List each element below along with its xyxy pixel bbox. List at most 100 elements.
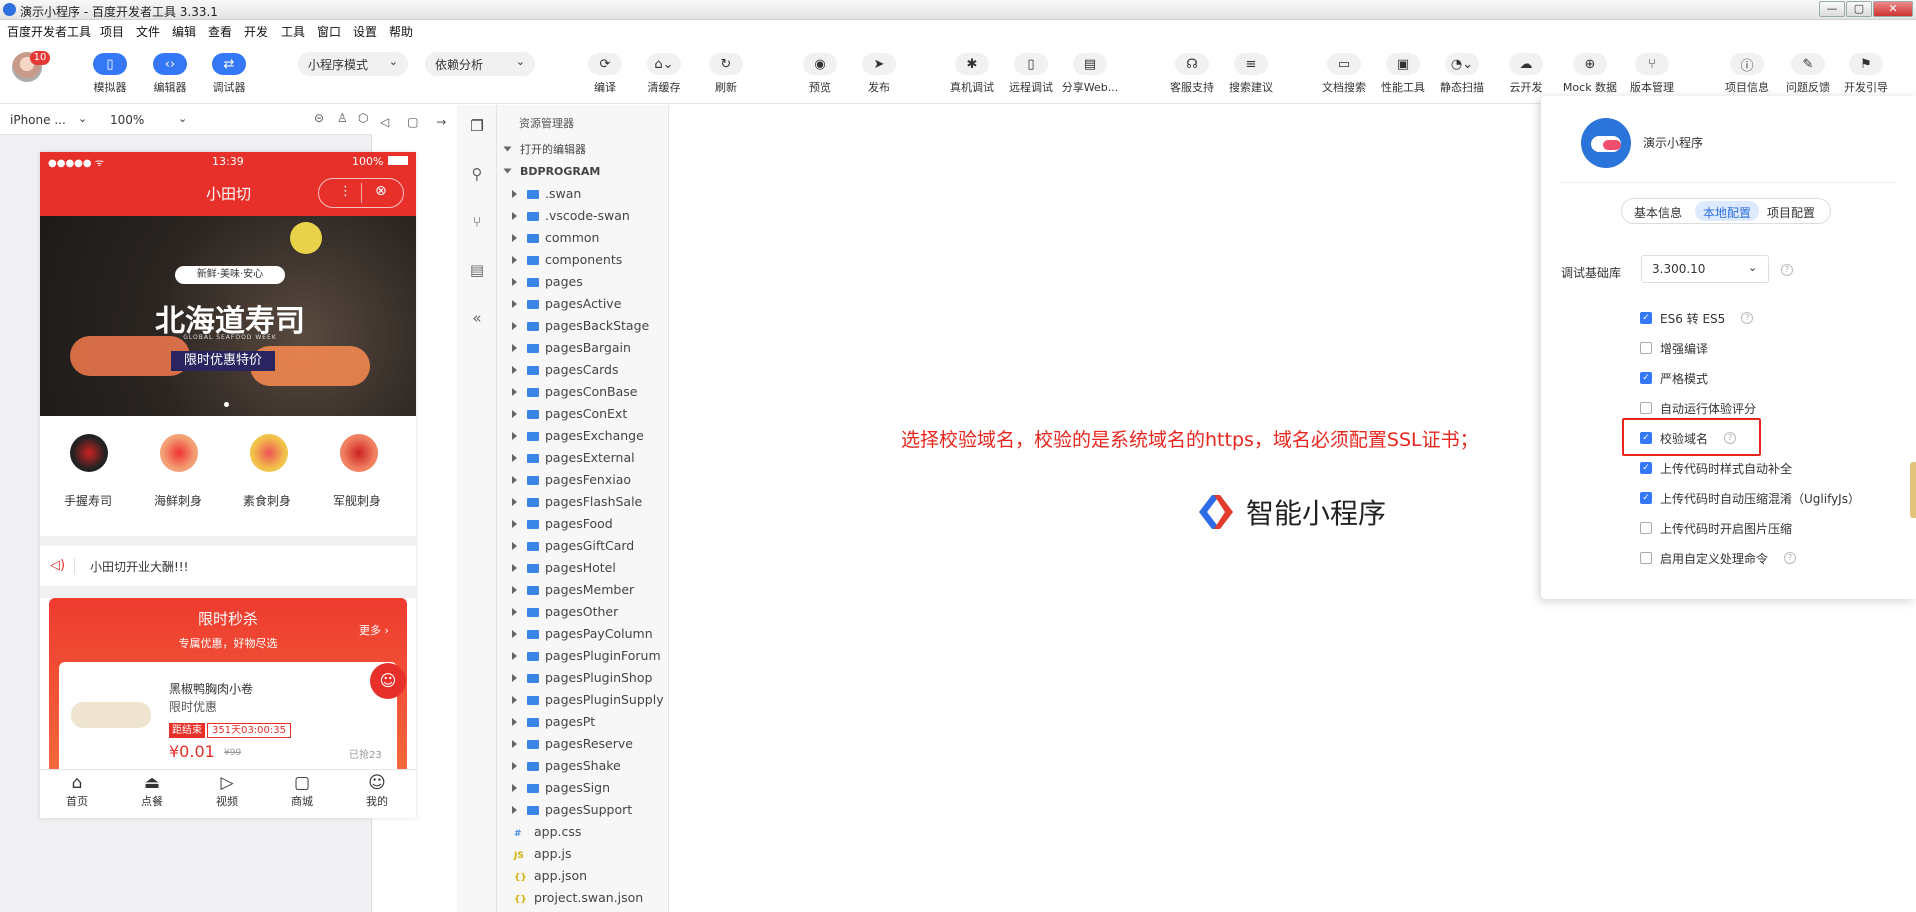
dev-guide-button[interactable]: ⚑ 开发引导 xyxy=(1836,53,1896,95)
folder-item[interactable]: pagesExchange xyxy=(497,425,669,447)
category-label[interactable]: 军舰刺身 xyxy=(333,492,381,509)
category-label[interactable]: 手握寿司 xyxy=(64,492,112,509)
user-icon[interactable]: ♙ xyxy=(337,111,348,125)
mode-select[interactable]: 小程序模式 ⌄ xyxy=(298,52,408,76)
product-card[interactable]: 黑椒鸭胸肉小卷 限时优惠 距结束 351天03:00:35 ¥0.01 ¥99 … xyxy=(59,662,397,782)
folder-item[interactable]: pagesMember xyxy=(497,579,669,601)
root-folder[interactable]: BDPROGRAM xyxy=(497,161,669,183)
tab-basic-info[interactable]: 基本信息 xyxy=(1634,204,1682,221)
search-suggest-button[interactable]: ≡ 搜索建议 xyxy=(1221,53,1281,95)
folder-item[interactable]: pagesShake xyxy=(497,755,669,777)
help-icon[interactable]: ? xyxy=(1781,264,1793,276)
tab-mall[interactable]: ▢ 商城 xyxy=(287,773,317,809)
menu-settings[interactable]: 设置 xyxy=(353,23,377,40)
checkbox-checked[interactable]: ✓ xyxy=(1640,462,1652,474)
banner-image[interactable]: 新鲜·美味·安心 北海道寿司 GLOBAL SEAFOOD WEEK 限时优惠特… xyxy=(40,216,416,416)
menu-baidu-devtools[interactable]: 百度开发者工具 xyxy=(7,23,91,40)
folder-item[interactable]: .swan xyxy=(497,183,669,205)
device-select[interactable]: iPhone ... xyxy=(10,113,66,127)
checkbox-checked[interactable]: ✓ xyxy=(1640,372,1652,384)
preview-button[interactable]: ◉ 预览 xyxy=(790,53,850,95)
folder-item[interactable]: common xyxy=(497,227,669,249)
option-row[interactable]: 启用自定义处理命令? xyxy=(1640,549,1797,567)
folder-item[interactable]: .vscode-swan xyxy=(497,205,669,227)
folder-item[interactable]: pagesConBase xyxy=(497,381,669,403)
folder-item[interactable]: pagesActive xyxy=(497,293,669,315)
folder-item[interactable]: pagesSupport xyxy=(497,799,669,821)
publish-button[interactable]: ➤ 发布 xyxy=(849,53,909,95)
sushi-icon[interactable] xyxy=(70,434,108,472)
help-icon[interactable]: ? xyxy=(1741,312,1754,324)
open-editors-section[interactable]: 打开的编辑器 xyxy=(497,139,669,161)
cloud-dev-button[interactable]: ☁ 云开发 xyxy=(1496,53,1556,95)
close-icon[interactable]: ⊗ xyxy=(375,183,387,199)
option-row[interactable]: 自动运行体验评分 xyxy=(1640,399,1756,417)
checkbox-unchecked[interactable] xyxy=(1640,342,1652,354)
tab-me[interactable]: ☺ 我的 xyxy=(362,773,392,809)
cube-icon[interactable]: ⬡ xyxy=(358,111,368,125)
folder-item[interactable]: pagesHotel xyxy=(497,557,669,579)
folder-item[interactable]: pagesOther xyxy=(497,601,669,623)
folder-item[interactable]: pagesPt xyxy=(497,711,669,733)
swan-logo-icon[interactable]: « xyxy=(467,309,487,329)
menu-file[interactable]: 文件 xyxy=(136,23,160,40)
menu-edit[interactable]: 编辑 xyxy=(172,23,196,40)
flash-more-link[interactable]: 更多 › xyxy=(359,622,389,638)
zoom-select[interactable]: 100% xyxy=(110,113,144,127)
folder-item[interactable]: pagesPayColumn xyxy=(497,623,669,645)
debugger-toggle-button[interactable]: ⇄ 调试器 xyxy=(199,53,259,95)
device-debug-button[interactable]: ✱ 真机调试 xyxy=(942,53,1002,95)
refresh-button[interactable]: ↻ 刷新 xyxy=(696,53,756,95)
option-row[interactable]: ✓ 上传代码时自动压缩混淆（UglifyJs） xyxy=(1640,489,1860,507)
project-info-button[interactable]: ⓘ 项目信息 xyxy=(1717,53,1777,95)
perf-tools-button[interactable]: ▣ 性能工具 xyxy=(1373,53,1433,95)
folder-item[interactable]: pagesFood xyxy=(497,513,669,535)
file-item[interactable]: JS app.js xyxy=(497,843,669,865)
folder-item[interactable]: pagesBackStage xyxy=(497,315,669,337)
search-icon[interactable]: ⚲ xyxy=(467,165,487,185)
checkbox-unchecked[interactable] xyxy=(1640,522,1652,534)
folder-item[interactable]: pagesPluginForum xyxy=(497,645,669,667)
remote-debug-button[interactable]: ▯ 远程调试 xyxy=(1001,53,1061,95)
link-icon[interactable]: ⊝ xyxy=(314,111,324,125)
folder-item[interactable]: pagesCards xyxy=(497,359,669,381)
folder-item[interactable]: pagesConExt xyxy=(497,403,669,425)
chart-icon[interactable]: ▤ xyxy=(467,261,487,281)
close-window-button[interactable]: ✕ xyxy=(1873,1,1913,17)
clear-cache-button[interactable]: ⌂⌄ 清缓存 xyxy=(634,53,694,95)
menu-develop[interactable]: 开发 xyxy=(244,23,268,40)
option-row[interactable]: ✓ 严格模式 xyxy=(1640,369,1708,387)
help-icon[interactable]: ? xyxy=(1784,552,1797,564)
folder-item[interactable]: pagesPluginSupply xyxy=(497,689,669,711)
notice-bar[interactable]: ◁) 小田切开业大酬!!! xyxy=(40,546,416,586)
menu-help[interactable]: 帮助 xyxy=(389,23,413,40)
checkbox-unchecked[interactable] xyxy=(1640,402,1652,414)
customer-service-icon[interactable]: ☺ xyxy=(370,663,406,699)
folder-item[interactable]: pages xyxy=(497,271,669,293)
copy-icon[interactable]: ▢ xyxy=(407,115,418,129)
scroll-tab[interactable] xyxy=(1910,462,1916,518)
option-row[interactable]: ✓ 上传代码时样式自动补全 xyxy=(1640,459,1792,477)
sound-icon[interactable]: ◁ xyxy=(380,115,389,129)
option-row[interactable]: 增强编译 xyxy=(1640,339,1708,357)
doc-search-button[interactable]: ▭ 文档搜索 xyxy=(1314,53,1374,95)
folder-item[interactable]: pagesSign xyxy=(497,777,669,799)
tab-project-config[interactable]: 项目配置 xyxy=(1767,204,1815,221)
checkbox-checked[interactable]: ✓ xyxy=(1640,492,1652,504)
tab-home[interactable]: ⌂ 首页 xyxy=(62,773,92,809)
editor-toggle-button[interactable]: ‹› 编辑器 xyxy=(140,53,200,95)
folder-item[interactable]: pagesFenxiao xyxy=(497,469,669,491)
file-item[interactable]: {} project.swan.json xyxy=(497,887,669,909)
base-lib-select[interactable]: 3.300.10 ⌄ xyxy=(1641,255,1769,283)
veg-sashimi-icon[interactable] xyxy=(250,434,288,472)
simulator-toggle-button[interactable]: ▯ 模拟器 xyxy=(80,53,140,95)
menu-window[interactable]: 窗口 xyxy=(317,23,341,40)
checkbox-unchecked[interactable] xyxy=(1640,552,1652,564)
files-icon[interactable]: ❐ xyxy=(467,117,487,137)
maximize-button[interactable]: ▢ xyxy=(1846,1,1872,17)
menu-project[interactable]: 项目 xyxy=(100,23,124,40)
folder-item[interactable]: pagesExternal xyxy=(497,447,669,469)
dependency-select[interactable]: 依赖分析 ⌄ xyxy=(425,52,535,76)
more-icon[interactable]: ⋮ xyxy=(339,184,352,199)
option-row[interactable]: ✓ ES6 转 ES5? xyxy=(1640,309,1754,327)
